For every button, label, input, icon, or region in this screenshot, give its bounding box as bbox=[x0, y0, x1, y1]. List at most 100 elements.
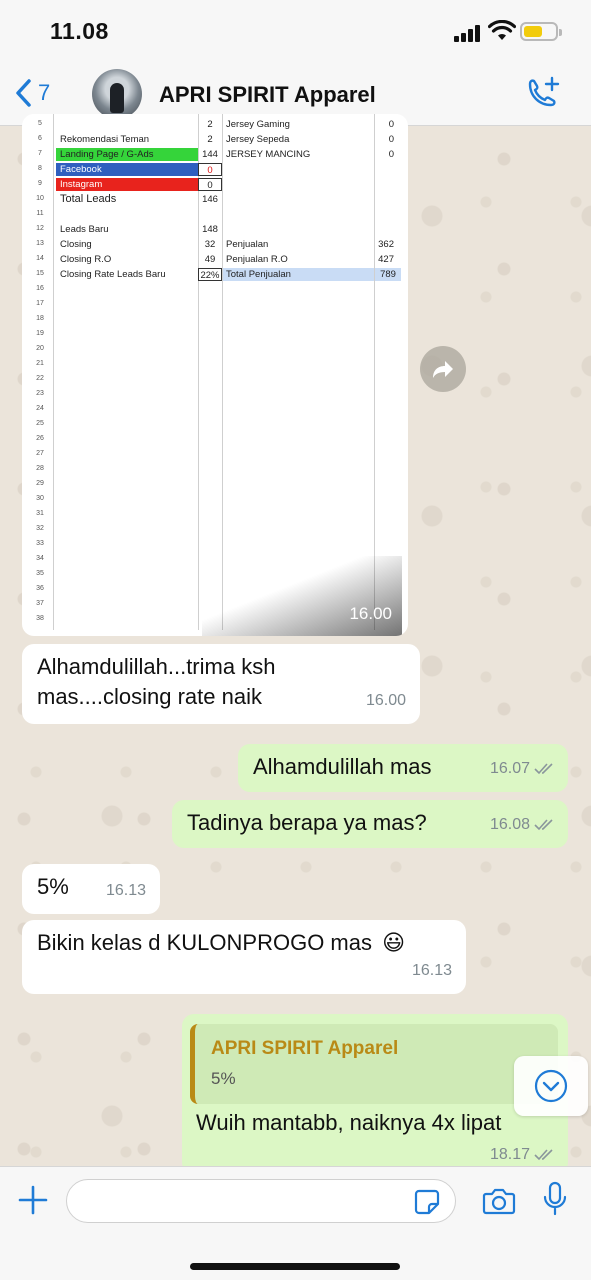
sheet-row: 22 bbox=[28, 372, 402, 387]
sheet-cell: 144 bbox=[202, 149, 218, 160]
sheet-row-number: 23 bbox=[36, 390, 44, 397]
double-check-icon bbox=[534, 819, 553, 831]
sheet-row-number: 27 bbox=[36, 450, 44, 457]
sheet-row-number: 36 bbox=[36, 585, 44, 592]
message-text: Wuih mantabb, naiknya 4x lipat bbox=[196, 1110, 502, 1135]
outgoing-message[interactable]: Tadinya berapa ya mas? 16.08 bbox=[172, 800, 568, 848]
sheet-cell: 13 bbox=[36, 240, 44, 247]
sheet-row: 15 Closing Rate Leads Baru 22% Total Penjua… bbox=[28, 267, 402, 282]
sheet-cell bbox=[198, 208, 222, 221]
chevron-left-icon bbox=[16, 79, 31, 107]
sheet-cell: Instagram bbox=[56, 178, 198, 191]
camera-icon[interactable] bbox=[482, 1187, 516, 1215]
sheet-cell: 427 bbox=[378, 254, 394, 265]
spreadsheet-image: 5 2 Jersey Gaming 0 6 Rekomendasi Teman 2 Jerse… bbox=[28, 114, 402, 630]
plus-icon[interactable] bbox=[18, 1185, 48, 1215]
sheet-cell: 0 bbox=[198, 163, 222, 176]
sheet-row: 28 bbox=[28, 462, 402, 477]
sheet-cell bbox=[364, 208, 394, 221]
quoted-text: 5% bbox=[211, 1069, 236, 1088]
sheet-cell: Total Leads bbox=[60, 193, 117, 205]
status-time: 11.08 bbox=[50, 18, 109, 44]
incoming-message[interactable]: Bikin kelas d KULONPROGO mas 😃 16.13 bbox=[22, 920, 466, 994]
forward-button[interactable] bbox=[420, 346, 466, 392]
back-button[interactable]: 7 bbox=[14, 78, 50, 108]
sheet-cell: Total Penjualan bbox=[223, 268, 374, 281]
sheet-row-number: 37 bbox=[36, 600, 44, 607]
sheet-cell: Leads Baru bbox=[60, 224, 109, 235]
sheet-row: 26 bbox=[28, 432, 402, 447]
contact-avatar[interactable] bbox=[92, 69, 142, 119]
sticker-icon[interactable] bbox=[414, 1189, 440, 1215]
contact-name[interactable]: APRI SPIRIT Apparel bbox=[159, 82, 376, 108]
sheet-row: 8 Facebook 0 bbox=[28, 162, 402, 177]
sheet-row: 30 bbox=[28, 492, 402, 507]
message-input-bar bbox=[0, 1166, 591, 1280]
sheet-cell: Closing bbox=[60, 239, 92, 250]
sheet-cell: Closing R.O bbox=[60, 254, 112, 265]
sheet-row: 12 Leads Baru 148 bbox=[28, 222, 402, 237]
sheet-cell: Landing Page / G-Ads bbox=[56, 148, 198, 161]
sheet-row: 27 bbox=[28, 447, 402, 462]
sheet-cell: 0 bbox=[388, 134, 394, 145]
sheet-cell: 789 bbox=[375, 268, 401, 281]
message-text: 5% bbox=[37, 874, 69, 899]
sheet-cell: Penjualan R.O bbox=[226, 254, 288, 265]
sheet-cell: 32 bbox=[204, 239, 216, 250]
sheet-row: 9 Instagram 0 bbox=[28, 177, 402, 192]
microphone-icon[interactable] bbox=[542, 1181, 568, 1217]
forward-arrow-icon bbox=[433, 361, 453, 378]
sheet-row: 10 Total Leads 146 bbox=[28, 192, 402, 207]
sheet-row: 29 bbox=[28, 477, 402, 492]
sheet-cell: 2 bbox=[207, 119, 213, 130]
sheet-row-number: 16 bbox=[36, 285, 44, 292]
unread-count: 7 bbox=[38, 80, 51, 105]
sheet-row: 20 bbox=[28, 342, 402, 357]
sheet-cell: 146 bbox=[202, 194, 218, 205]
home-indicator bbox=[190, 1263, 400, 1270]
sheet-cell: 7 bbox=[38, 150, 42, 157]
sheet-cell: JERSEY MANCING bbox=[226, 149, 311, 160]
sheet-row-number: 18 bbox=[36, 315, 44, 322]
sheet-row: 16 bbox=[28, 282, 402, 297]
sheet-row-number: 20 bbox=[36, 345, 44, 352]
quoted-message[interactable]: APRI SPIRIT Apparel 5% bbox=[190, 1024, 558, 1104]
sheet-row: 31 bbox=[28, 507, 402, 522]
image-message[interactable]: 5 2 Jersey Gaming 0 6 Rekomendasi Teman 2 Jerse… bbox=[22, 114, 408, 636]
message-input[interactable] bbox=[66, 1179, 456, 1223]
incoming-message[interactable]: Alhamdulillah...trima ksh mas....closing… bbox=[22, 644, 420, 724]
message-time: 16.13 bbox=[105, 882, 146, 899]
sheet-row-number: 29 bbox=[36, 480, 44, 487]
sheet-row: 7 Landing Page / G-Ads 144 JERSEY MANCING 0 bbox=[28, 147, 402, 162]
sheet-row: 19 bbox=[28, 327, 402, 342]
outgoing-message[interactable]: Alhamdulillah mas 16.07 bbox=[238, 744, 568, 792]
sheet-row-number: 26 bbox=[36, 435, 44, 442]
message-time: 16.13 bbox=[411, 962, 452, 979]
sheet-cell: 15 bbox=[36, 270, 44, 277]
wifi-icon bbox=[488, 20, 516, 40]
sheet-cell: 6 bbox=[38, 135, 42, 142]
sheet-row-number: 17 bbox=[36, 300, 44, 307]
sheet-cell bbox=[364, 223, 394, 236]
sheet-row: 6Rekomendasi Teman2Jersey Sepeda0P bbox=[28, 132, 402, 147]
sheet-cell bbox=[364, 178, 394, 191]
sheet-row: 13 Closing 32 Penjualan 362 bbox=[28, 237, 402, 252]
sheet-row: 25 bbox=[28, 417, 402, 432]
sheet-cell: 22% bbox=[198, 268, 222, 281]
add-call-icon[interactable] bbox=[522, 76, 562, 112]
sheet-cell: 12 bbox=[36, 225, 44, 232]
double-check-icon bbox=[534, 1149, 553, 1161]
sheet-cell: 362 bbox=[378, 239, 394, 250]
quoted-sender: APRI SPIRIT Apparel bbox=[211, 1038, 399, 1059]
sheet-row: 23 bbox=[28, 387, 402, 402]
message-time: 16.07 bbox=[489, 760, 530, 777]
sheet-cell: 2 bbox=[207, 134, 213, 145]
double-check-icon bbox=[534, 763, 553, 775]
cellular-signal-icon bbox=[454, 24, 482, 42]
scroll-to-bottom-button[interactable] bbox=[514, 1056, 588, 1116]
sheet-cell: 11 bbox=[36, 210, 44, 217]
sheet-row: 18 bbox=[28, 312, 402, 327]
sheet-row: 17 bbox=[28, 297, 402, 312]
outgoing-reply-message[interactable]: APRI SPIRIT Apparel 5% Wuih mantabb, nai… bbox=[182, 1014, 568, 1174]
incoming-message[interactable]: 5% 16.13 bbox=[22, 864, 160, 914]
